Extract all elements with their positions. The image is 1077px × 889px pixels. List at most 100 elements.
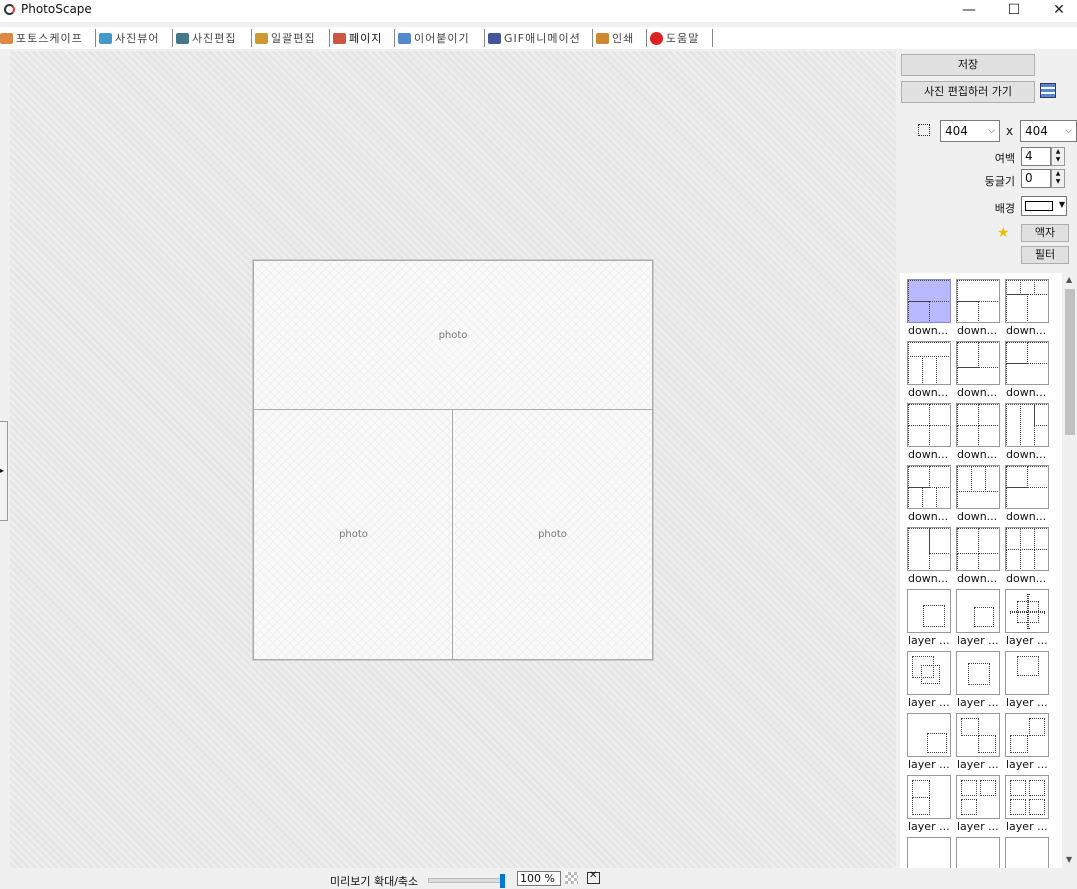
layout-cell-outline: [957, 301, 979, 322]
list-menu-icon[interactable]: [1040, 83, 1056, 98]
fit-to-window-icon[interactable]: ✕: [587, 870, 600, 884]
layout-thumbnail[interactable]: [956, 713, 1000, 757]
layout-cell-outline: [1029, 718, 1045, 736]
chevron-down-icon: ⌵: [1065, 126, 1072, 136]
layout-cell-outline: [961, 718, 979, 736]
layout-thumbnail[interactable]: [956, 341, 1000, 385]
save-button[interactable]: 저장: [901, 54, 1035, 76]
scroll-down-icon[interactable]: ▼: [1066, 855, 1072, 864]
layout-thumbnail[interactable]: [1005, 527, 1049, 571]
width-select[interactable]: 404 ⌵: [940, 120, 1000, 142]
layout-cell-outline: [908, 280, 950, 302]
tab-viewer[interactable]: 사진뷰어: [99, 27, 159, 49]
photo-cell-top[interactable]: photo: [253, 260, 653, 411]
layout-cell-outline: [1029, 799, 1045, 815]
layout-thumbnail[interactable]: [1005, 465, 1049, 509]
layout-thumbnail[interactable]: [956, 279, 1000, 323]
tab-print[interactable]: 인쇄: [596, 27, 634, 49]
tab-photoscape[interactable]: 포토스케이프: [0, 27, 83, 49]
margin-input[interactable]: 4: [1021, 147, 1051, 166]
tab-separator: [251, 29, 252, 47]
layout-thumbnail[interactable]: [1005, 341, 1049, 385]
zoom-slider[interactable]: [428, 874, 505, 888]
layout-thumbnail[interactable]: [1005, 403, 1049, 447]
tab-editor[interactable]: 사진편집: [176, 27, 236, 49]
layout-cell-outline: [970, 466, 987, 493]
tab-page[interactable]: 페이지: [333, 27, 382, 49]
layout-caption: down...: [957, 386, 998, 399]
chevron-down-icon: ⌵: [988, 126, 995, 136]
layout-thumbnail[interactable]: [956, 465, 1000, 509]
height-select[interactable]: 404 ⌵: [1020, 120, 1077, 142]
layout-thumbnail[interactable]: [907, 651, 951, 695]
frame-button[interactable]: 액자: [1021, 224, 1069, 242]
layout-cell-outline: [908, 466, 930, 488]
layout-thumbnail[interactable]: [1005, 589, 1049, 633]
layout-cell-outline: [922, 604, 945, 627]
layout-thumbnail[interactable]: [907, 527, 951, 571]
zoom-slider-knob[interactable]: [500, 874, 505, 888]
minimize-button[interactable]: —: [946, 0, 992, 22]
layout-scrollbar[interactable]: ▲ ▼: [1063, 273, 1077, 868]
page-icon: [333, 32, 346, 44]
layout-thumbnail[interactable]: [907, 341, 951, 385]
layout-thumbnail[interactable]: [907, 713, 951, 757]
window-title: PhotoScape: [21, 2, 92, 16]
round-stepper[interactable]: ▲ ▼: [1051, 169, 1065, 188]
tab-batch[interactable]: 일괄편집: [255, 27, 315, 49]
tab-help[interactable]: 도움말: [650, 27, 699, 49]
page-size-icon: [918, 124, 930, 136]
margin-stepper[interactable]: ▲ ▼: [1051, 147, 1065, 166]
layout-thumbnail[interactable]: [907, 837, 951, 868]
layout-cell-outline: [929, 404, 950, 426]
layout-thumbnail[interactable]: [956, 403, 1000, 447]
margin-label: 여백: [994, 152, 1015, 165]
layout-caption: down...: [957, 510, 998, 523]
layout-caption: layer ...: [908, 696, 950, 709]
scroll-up-icon[interactable]: ▲: [1066, 275, 1072, 284]
layout-thumbnail[interactable]: [956, 775, 1000, 819]
scrollbar-thumb[interactable]: [1065, 289, 1075, 435]
layout-thumbnail[interactable]: [1005, 651, 1049, 695]
photo-cell-bottom-right[interactable]: photo: [452, 409, 653, 660]
maximize-button[interactable]: ☐: [991, 0, 1037, 22]
layout-thumbnail[interactable]: [956, 527, 1000, 571]
layout-cell-outline: [957, 342, 979, 369]
layout-caption: layer ...: [908, 758, 950, 771]
layout-thumbnail[interactable]: [907, 589, 951, 633]
layout-cell-outline: [920, 664, 941, 685]
layout-thumbnail[interactable]: [907, 465, 951, 509]
layout-thumbnail[interactable]: [1005, 713, 1049, 757]
layout-caption: down...: [908, 510, 949, 523]
layout-cell-outline: [1016, 656, 1039, 677]
left-panel-toggle[interactable]: ▸: [0, 421, 8, 521]
layout-thumbnail[interactable]: [956, 651, 1000, 695]
filter-button[interactable]: 필터: [1021, 246, 1069, 264]
goto-editor-button[interactable]: 사진 편집하러 가기: [901, 81, 1035, 103]
round-input[interactable]: 0: [1021, 169, 1051, 188]
layout-thumbnail[interactable]: [1005, 775, 1049, 819]
layout-thumbnail[interactable]: [956, 589, 1000, 633]
layout-thumbnail[interactable]: [1005, 279, 1049, 323]
layout-cell-outline: [1027, 342, 1048, 364]
photoscape-icon: [0, 32, 13, 44]
background-color-picker[interactable]: ▼: [1021, 196, 1067, 216]
tab-separator: [329, 29, 330, 47]
layout-thumbnail[interactable]: [907, 775, 951, 819]
layout-thumbnail[interactable]: [907, 403, 951, 447]
photo-cell-bottom-left[interactable]: photo: [253, 409, 454, 660]
layout-thumbnail[interactable]: [1005, 837, 1049, 868]
layout-cell-outline: [908, 301, 930, 322]
layout-thumbnail[interactable]: [956, 837, 1000, 868]
expand-arrow-icon: ▸: [0, 466, 5, 475]
layout-cell-outline: [1010, 799, 1026, 815]
layout-cell-outline: [978, 735, 996, 753]
tab-gif[interactable]: GIF애니메이션: [488, 27, 581, 49]
transparency-toggle-icon[interactable]: [565, 872, 578, 884]
layout-cell-outline: [978, 528, 999, 555]
help-icon: [650, 31, 663, 45]
close-button[interactable]: ✕: [1036, 0, 1077, 22]
tab-separator: [484, 29, 485, 47]
tab-combine[interactable]: 이어붙이기: [398, 27, 470, 49]
layout-thumbnail[interactable]: [907, 279, 951, 323]
